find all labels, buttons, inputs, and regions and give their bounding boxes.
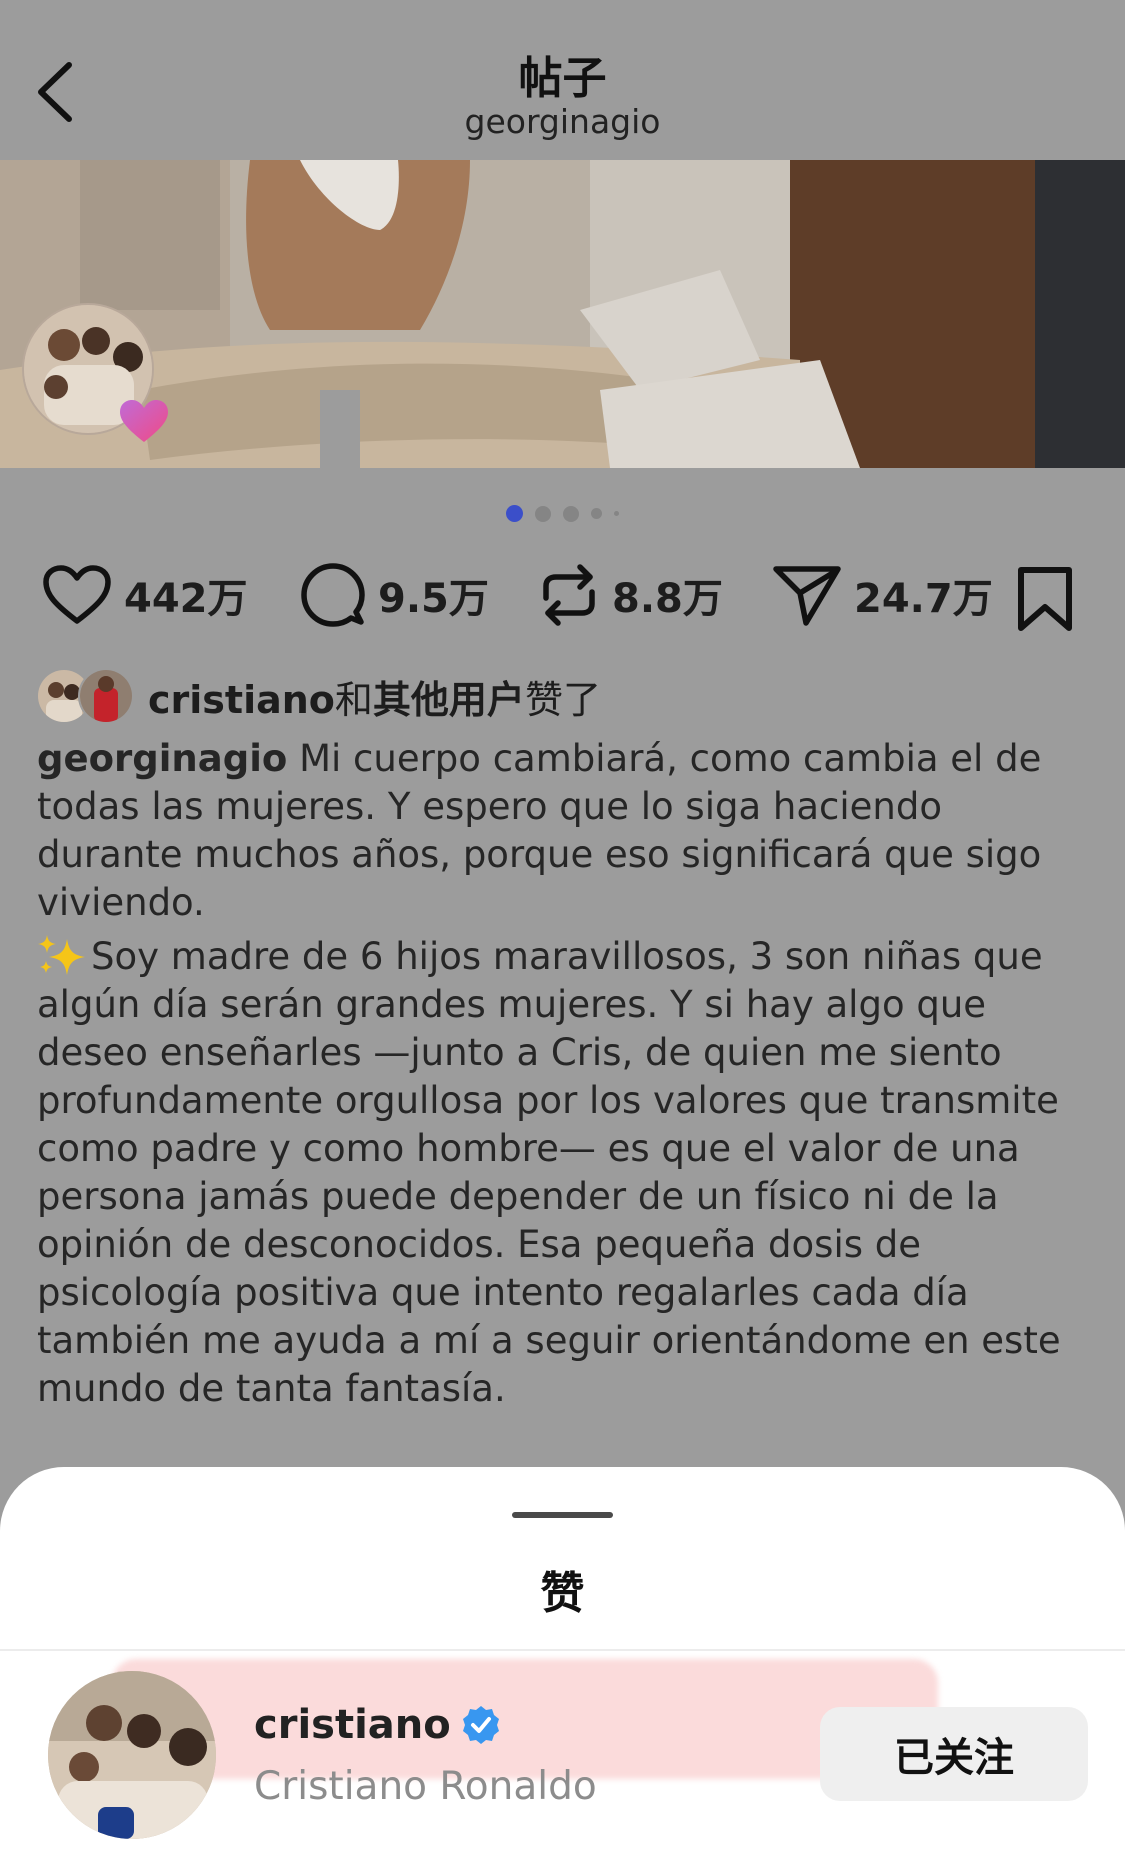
repost-button[interactable]: 8.8万 xyxy=(538,555,723,635)
post-caption: georginagio Mi cuerpo cambiará, como cam… xyxy=(37,735,1097,1413)
liker-avatar xyxy=(78,668,134,724)
carousel-dot xyxy=(563,505,579,522)
like-button[interactable]: 442万 xyxy=(42,555,248,635)
page-title: 帖子 xyxy=(518,53,607,104)
repost-count: 8.8万 xyxy=(612,576,723,622)
divider xyxy=(0,1649,1125,1651)
repost-icon xyxy=(543,564,595,626)
verified-badge-icon xyxy=(462,1706,499,1744)
username-text: cristiano xyxy=(254,1702,451,1748)
liked-by-others[interactable]: 其他用户 xyxy=(373,678,525,722)
carousel-dot xyxy=(614,511,619,516)
liked-by-text: cristiano和其他用户赞了 xyxy=(148,669,601,724)
liked-by-conjunction: 和 xyxy=(334,677,373,722)
sparkles-icon xyxy=(38,935,85,975)
like-count: 442万 xyxy=(124,576,248,622)
post-actions: 442万 9.5万 8.8万 24.7万 xyxy=(0,555,1125,635)
caption-author[interactable]: georginagio xyxy=(37,737,287,780)
row-highlight xyxy=(112,1659,938,1779)
liked-by-suffix: 赞了 xyxy=(524,677,601,722)
comment-button[interactable]: 9.5万 xyxy=(300,555,489,635)
avatar-image xyxy=(48,1671,216,1839)
share-count: 24.7万 xyxy=(854,576,993,622)
heart-badge-icon xyxy=(120,400,168,442)
liked-by-row[interactable]: cristiano和其他用户赞了 xyxy=(36,668,601,724)
likes-bottom-sheet: 赞 cristiano Cristiano Ronaldo 已关注 xyxy=(0,1467,1125,1866)
carousel-indicator xyxy=(0,505,1125,522)
carousel-dot xyxy=(506,505,523,522)
bookmark-icon[interactable] xyxy=(1014,565,1076,633)
user-avatar[interactable] xyxy=(48,1671,216,1839)
share-button[interactable]: 24.7万 xyxy=(772,555,993,635)
sheet-drag-handle[interactable] xyxy=(512,1512,613,1518)
user-full-name: Cristiano Ronaldo xyxy=(254,1764,597,1809)
send-icon xyxy=(773,566,841,626)
comment-count: 9.5万 xyxy=(378,576,489,622)
user-username[interactable]: cristiano xyxy=(254,1702,501,1748)
following-button[interactable]: 已关注 xyxy=(820,1707,1088,1801)
header-bar: 帖子 georginagio xyxy=(0,0,1125,160)
page-subtitle-username[interactable]: georginagio xyxy=(0,102,1125,141)
heart-icon xyxy=(43,565,111,624)
carousel-dot xyxy=(591,508,602,519)
caption-paragraph-2: Soy madre de 6 hijos maravillosos, 3 son… xyxy=(37,935,1061,1410)
carousel-dot xyxy=(535,505,551,522)
liked-by-username[interactable]: cristiano xyxy=(148,678,335,722)
sheet-title: 赞 xyxy=(540,1568,585,1619)
comment-icon xyxy=(301,563,365,627)
